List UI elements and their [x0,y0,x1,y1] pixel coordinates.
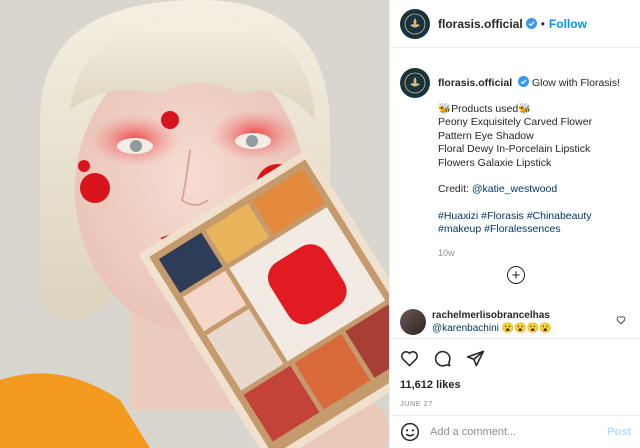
brand-avatar[interactable] [400,8,430,39]
share-paper-plane-icon[interactable] [466,349,485,368]
add-comment-bar: Add a comment... Post [390,415,640,448]
post-side-panel: florasis.official • Follow florasis.offi… [389,0,640,448]
hashtags-line[interactable]: #makeup #Floralessences [438,223,628,237]
post-comment-button[interactable]: Post [607,426,631,438]
like-heart-icon[interactable] [400,349,419,368]
comment-text: rachelmerlisobrancelhas @karenbachini 😮😮… [432,309,551,335]
products-heading: 🐝Products used🐝 [438,102,532,115]
model-with-palette-image [0,0,389,448]
header-username[interactable]: florasis.official [438,17,523,31]
florasis-logo-icon [404,13,426,34]
verified-badge-icon [518,76,530,87]
product-line: Pattern Eye Shadow [438,129,534,142]
caption-avatar[interactable] [400,68,430,98]
action-bar: 11,612 likes JUNE 27 [390,338,640,408]
post-header: florasis.official • Follow [390,0,640,48]
credit-line: Credit: @katie_westwood [438,183,628,197]
commenter-avatar[interactable] [400,309,426,335]
credit-label: Credit: [438,183,472,195]
add-comment-input[interactable]: Add a comment... [430,426,607,438]
comment-like-heart-icon[interactable] [616,315,626,325]
post-photo[interactable] [0,0,389,448]
plus-icon: + [511,266,521,284]
product-line: Flowers Galaxie Lipstick [438,156,552,169]
hashtags-line[interactable]: #Huaxizi #Florasis #Chinabeauty [438,210,628,224]
credit-handle-link[interactable]: @katie_westwood [472,183,557,195]
load-more-comments-button[interactable]: + [507,266,525,284]
follow-button[interactable]: Follow [549,17,587,31]
florasis-logo-icon [404,72,426,94]
verified-badge-icon [525,18,537,29]
comment-item: rachelmerlisobrancelhas @karenbachini 😮😮… [400,309,630,335]
instagram-post: florasis.official • Follow florasis.offi… [0,0,640,448]
product-line: Peony Exquisitely Carved Flower [438,116,593,128]
comment-bubble-icon[interactable] [433,349,452,368]
product-line: Floral Dewy In-Porcelain Lipstick [438,143,591,155]
likes-count[interactable]: 11,612 likes [400,379,631,391]
caption-intro: Glow with Florasis! [531,77,621,89]
caption-text: florasis.official Glow with Florasis! 🐝P… [438,68,628,260]
emoji-smiley-icon[interactable] [400,422,420,442]
comment-emojis: 😮😮😮😮 [501,323,552,334]
commenter-username[interactable]: rachelmerlisobrancelhas [432,310,550,321]
post-time-ago[interactable]: 10w [438,247,628,261]
caption-username[interactable]: florasis.official [438,77,512,89]
header-separator: • [540,16,545,31]
post-date: JUNE 27 [400,399,433,408]
comment-mention-link[interactable]: @karenbachini [432,323,499,334]
caption-section: florasis.official Glow with Florasis! 🐝P… [390,48,640,268]
